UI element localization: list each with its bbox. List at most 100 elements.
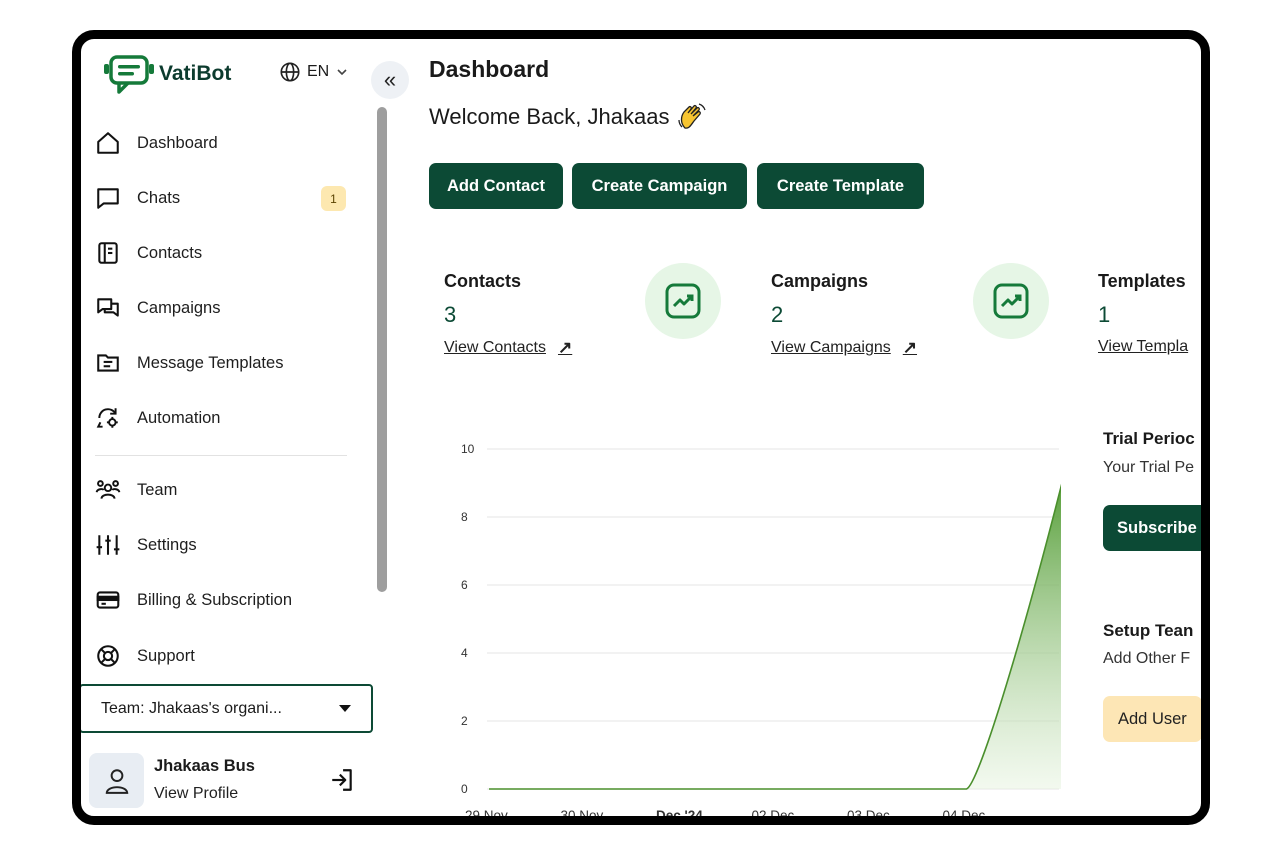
chats-unread-badge: 1 [321,186,346,211]
sidebar-item-billing[interactable]: Billing & Subscription [95,584,292,616]
y-tick-label: 0 [461,782,468,796]
stat-label: Campaigns [771,271,869,291]
view-campaigns-link[interactable]: View Campaigns ↗ [771,338,917,358]
sidebar-item-automation[interactable]: Automation [95,402,220,434]
template-icon [97,354,119,372]
trial-period-subtitle: Your Trial Pe [1103,459,1195,476]
app-window: VatiBot EN « Dashboard Chats 1 Contacts [72,30,1210,825]
sidebar-item-support[interactable]: Support [95,640,195,672]
sidebar: VatiBot EN « Dashboard Chats 1 Contacts [81,39,409,816]
chevron-down-icon [337,69,347,76]
x-tick-label: 04 Dec [943,808,986,822]
view-templates-link[interactable]: View Templa [1098,338,1188,356]
chat-bot-logo-icon [104,55,154,94]
avatar[interactable] [89,753,144,808]
add-contact-button[interactable]: Add Contact [429,163,563,209]
sidebar-item-dashboard[interactable]: Dashboard [95,127,218,159]
sidebar-item-label: Message Templates [137,353,284,372]
trend-up-icon [665,283,701,319]
sidebar-item-label: Chats [137,188,181,207]
sidebar-item-label: Team [137,480,178,499]
view-contacts-link[interactable]: View Contacts ↗ [444,338,572,358]
create-template-button[interactable]: Create Template [757,163,924,209]
sidebar-item-message-templates[interactable]: Message Templates [95,347,283,379]
sidebar-item-label: Settings [137,535,197,554]
campaigns-trend-badge [973,263,1049,339]
team-icon [95,480,121,499]
stat-value: 3 [444,302,457,327]
subscribe-button[interactable]: Subscribe [1103,505,1201,551]
y-tick-label: 8 [461,510,468,524]
collapse-sidebar-button[interactable]: « [371,61,409,99]
app-name: VatiBot [159,62,232,85]
x-tick-label: 02 Dec [752,808,795,822]
x-tick-label: 29 Nov [465,808,508,822]
y-tick-label: 4 [461,646,468,660]
welcome-text: Welcome Back, Jhakaas [429,104,670,129]
sidebar-item-chats[interactable]: Chats [95,182,180,214]
series-area [489,486,1061,789]
trial-period-title: Trial Perioc [1103,429,1195,448]
sidebar-item-team[interactable]: Team [95,474,177,506]
language-selector[interactable]: EN [279,61,349,83]
app-logo[interactable]: VatiBot [103,53,231,95]
stat-label: Contacts [444,271,522,291]
profile-name: Jhakaas Bus [154,757,255,775]
sidebar-item-label: Automation [137,408,221,427]
y-tick-label: 2 [461,714,468,728]
chat-icon [97,188,119,209]
sidebar-item-label: Dashboard [137,133,218,152]
add-user-button[interactable]: Add User [1103,696,1201,742]
stat-templates: Templates 1 View Templa [1098,271,1188,356]
activity-chart: 0 2 4 6 8 10 29 Nov 30 Nov Dec '24 02 Dec 03 Dec 04… [461,442,1061,822]
sidebar-item-label: Support [137,646,195,665]
stat-campaigns: Campaigns 2 View Campaigns ↗ [771,271,917,358]
globe-icon [280,62,300,82]
sidebar-item-label: Contacts [137,243,203,262]
welcome-message: Welcome Back, Jhakaas [429,102,707,132]
user-profile: Jhakaas Bus View Profile [89,753,389,813]
stat-label: Templates [1098,271,1186,291]
double-chevron-left-icon: « [383,67,397,92]
link-text: View Templa [1098,338,1189,355]
stat-value: 2 [771,302,784,327]
stat-value: 1 [1098,302,1111,327]
campaigns-icon [97,298,119,317]
settings-sliders-icon [96,535,120,555]
link-text: View Campaigns [771,339,891,356]
logout-icon[interactable] [329,767,355,793]
contacts-icon [98,242,118,264]
sidebar-item-campaigns[interactable]: Campaigns [95,292,220,324]
language-label: EN [307,63,330,80]
automation-icon [96,408,118,428]
y-tick-label: 10 [461,442,475,456]
contacts-trend-badge [645,263,721,339]
page-title: Dashboard [429,56,550,82]
team-selector-value: Team: Jhakaas's organi... [101,699,282,717]
home-icon [97,132,119,154]
arrow-up-right-icon: ↗ [557,338,573,357]
setup-team-subtitle: Add Other F [1103,650,1191,667]
create-campaign-button[interactable]: Create Campaign [572,163,747,209]
view-profile-link[interactable]: View Profile [154,785,238,803]
link-text: View Contacts [444,339,546,356]
x-tick-label: Dec '24 [656,808,703,822]
caret-down-icon [339,705,351,712]
y-tick-label: 6 [461,578,468,592]
credit-card-icon [96,591,120,609]
series-line [489,483,1061,790]
sidebar-divider [95,455,347,456]
x-tick-label: 30 Nov [561,808,604,822]
team-selector[interactable]: Team: Jhakaas's organi... [81,684,373,733]
arrow-up-right-icon: ↗ [902,338,918,357]
x-tick-label: 03 Dec [847,808,890,822]
sidebar-item-settings[interactable]: Settings [95,529,197,561]
lifebuoy-icon [97,645,119,667]
setup-team-title: Setup Tean [1103,621,1194,640]
sidebar-item-label: Campaigns [137,298,221,317]
stat-contacts: Contacts 3 View Contacts ↗ [444,271,572,358]
sidebar-item-contacts[interactable]: Contacts [95,237,202,269]
trend-up-icon [993,283,1029,319]
sidebar-scrollbar[interactable] [377,107,387,592]
sidebar-item-label: Billing & Subscription [137,590,292,609]
